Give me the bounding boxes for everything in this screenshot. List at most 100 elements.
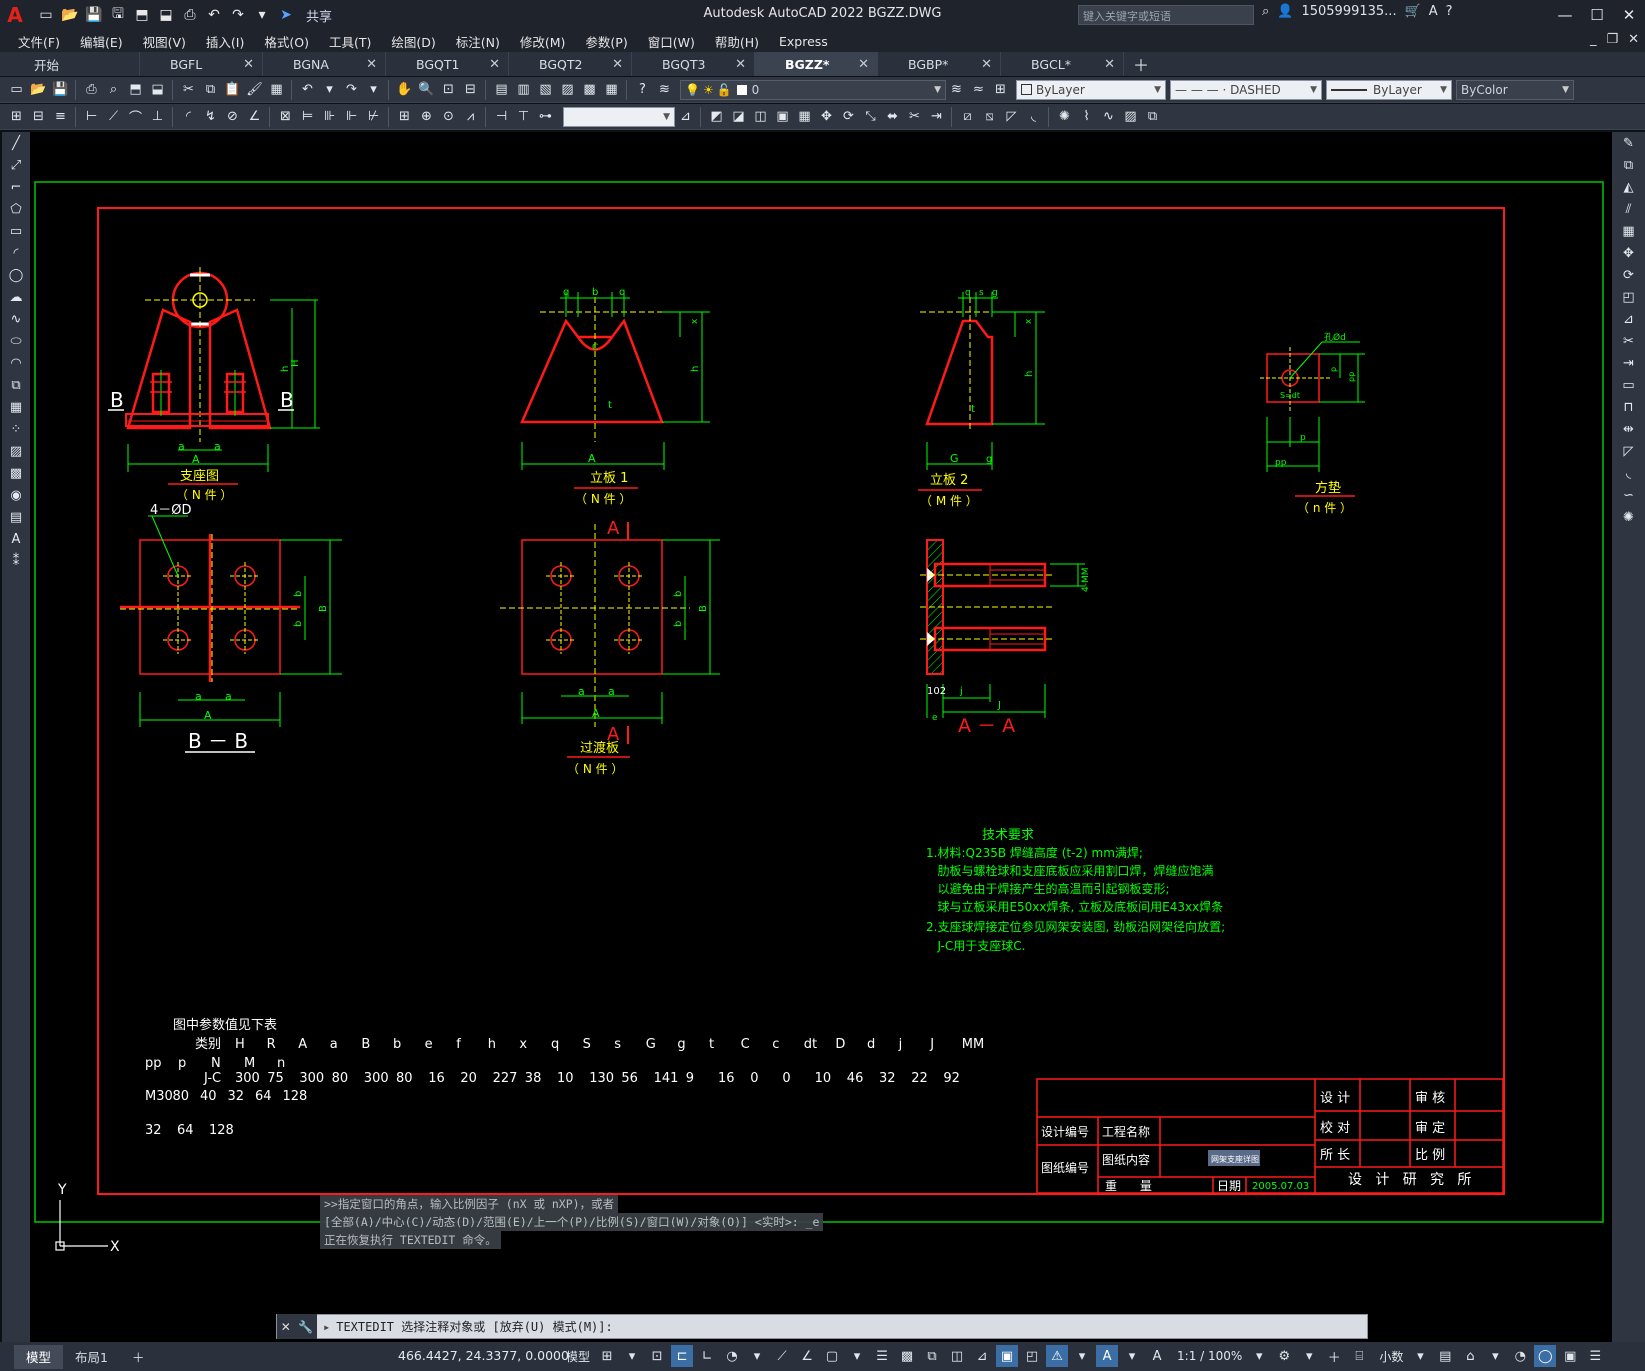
customize-command-icon[interactable]: 🔧 xyxy=(298,1320,313,1334)
customization-icon[interactable]: ☰ xyxy=(1584,1345,1606,1367)
pan-icon[interactable]: ✋ xyxy=(394,79,415,100)
insert-block-icon[interactable]: ⧉ xyxy=(4,375,28,396)
arc-length-icon[interactable]: ⌒ xyxy=(125,106,146,127)
tab-start[interactable]: 开始 xyxy=(0,52,140,76)
new-icon[interactable]: ▭ xyxy=(6,79,27,100)
cart-icon[interactable]: 🛒 xyxy=(1405,4,1421,19)
radius-dim-icon[interactable]: ◜ xyxy=(178,106,199,127)
selection-filter-icon[interactable]: ▣ xyxy=(996,1345,1019,1367)
workspace-switch-icon[interactable]: ⚙ xyxy=(1273,1345,1295,1367)
workspace-icon[interactable]: ⊞ xyxy=(6,106,27,127)
menu-edit[interactable]: 编辑(E) xyxy=(70,32,133,51)
dim-break-icon[interactable]: ⊬ xyxy=(363,106,384,127)
autocad-logo-icon[interactable]: A xyxy=(0,0,30,30)
save-icon[interactable]: 💾 xyxy=(84,5,104,25)
diameter-dim-icon[interactable]: ⊘ xyxy=(222,106,243,127)
layer-previous-icon[interactable]: ≈ xyxy=(968,79,989,100)
doc-close-icon[interactable]: ✕ xyxy=(1628,32,1639,47)
linetype-dropdown[interactable]: — — — · DASHED ▼ xyxy=(1170,79,1322,100)
grid-icon[interactable]: ⊞ xyxy=(596,1345,618,1367)
array-icon[interactable]: ▦ xyxy=(794,106,815,127)
auto-scale-icon[interactable]: ▾ xyxy=(1071,1345,1093,1367)
mirror-icon[interactable]: ◭ xyxy=(1617,177,1641,198)
menu-insert[interactable]: 插入(I) xyxy=(196,32,254,51)
clean-screen-icon[interactable]: ▣ xyxy=(1559,1345,1581,1367)
move-icon[interactable]: ✥ xyxy=(816,106,837,127)
mirror-icon[interactable]: ◫ xyxy=(750,106,771,127)
jogged-linear-icon[interactable]: ⩘ xyxy=(460,106,481,127)
design-center-icon[interactable]: ▥ xyxy=(513,79,534,100)
undo-icon[interactable]: ↶ xyxy=(204,5,224,25)
command-input[interactable]: ▸ TEXTEDIT 选择注释对象或 [放弃(U) 模式(M)]: xyxy=(317,1315,613,1338)
isodraft-icon[interactable]: ⟋ xyxy=(771,1345,793,1367)
block-editor-icon[interactable]: ▦ xyxy=(266,79,287,100)
rectangle-icon[interactable]: ▭ xyxy=(4,221,28,242)
bb-section-view[interactable]: B b b a a A xyxy=(120,515,342,727)
revcloud-icon[interactable]: ☁ xyxy=(4,287,28,308)
spline-edit-icon[interactable]: ∿ xyxy=(1098,106,1119,127)
washer-view[interactable]: 孔Ød pp p S=dt p pp xyxy=(1260,332,1365,472)
dimstyle-icon[interactable]: ⊿ xyxy=(675,106,696,127)
ortho-icon[interactable]: ∟ xyxy=(696,1345,718,1367)
osnap-dropdown-icon[interactable]: ▾ xyxy=(846,1345,868,1367)
ellipse-icon[interactable]: ⬭ xyxy=(4,331,28,352)
support-view[interactable]: H h a a A B B xyxy=(108,267,320,472)
menu-parametric[interactable]: 参数(P) xyxy=(575,32,637,51)
menu-file[interactable]: 文件(F) xyxy=(8,32,70,51)
polar-dropdown-icon[interactable]: ▾ xyxy=(746,1345,768,1367)
tab-close-icon[interactable]: ✕ xyxy=(612,57,623,72)
tab-close-icon[interactable]: ✕ xyxy=(1104,57,1115,72)
trim-icon[interactable]: ✂ xyxy=(904,106,925,127)
web-open-icon[interactable]: ⬒ xyxy=(132,5,152,25)
menu-view[interactable]: 视图(V) xyxy=(133,32,196,51)
tab-bgqt2[interactable]: BGQT2 ✕ xyxy=(509,52,632,76)
tab-close-icon[interactable]: ✕ xyxy=(735,57,746,72)
plate1-view[interactable]: q b q h x C t A xyxy=(520,287,710,470)
fillet-icon[interactable]: ◟ xyxy=(1617,463,1641,484)
chamfer-icon[interactable]: ◸ xyxy=(1617,441,1641,462)
offset-icon[interactable]: ▣ xyxy=(772,106,793,127)
spline-icon[interactable]: ∿ xyxy=(4,309,28,330)
share-label[interactable]: 共享 xyxy=(306,6,332,25)
markup-icon[interactable]: ▩ xyxy=(579,79,600,100)
array-icon[interactable]: ▦ xyxy=(1617,221,1641,242)
hatch-icon[interactable]: ▨ xyxy=(4,441,28,462)
ellipse-arc-icon[interactable]: ◠ xyxy=(4,353,28,374)
annotation-monitor-icon[interactable]: ＋ xyxy=(1323,1345,1345,1367)
open-file-icon[interactable]: 📂 xyxy=(60,5,80,25)
zoom-realtime-icon[interactable]: 🔍 xyxy=(416,79,437,100)
tool-a-icon[interactable]: ⊟ xyxy=(28,106,49,127)
maximize-icon[interactable]: ☐ xyxy=(1581,0,1613,30)
model-space-toggle[interactable]: 模型 xyxy=(566,1348,590,1365)
stretch-icon[interactable]: ⊿ xyxy=(1617,309,1641,330)
user-name[interactable]: 1505999135... xyxy=(1301,4,1396,19)
rotate-icon[interactable]: ⟳ xyxy=(1617,265,1641,286)
undo-dropdown-icon[interactable]: ▾ xyxy=(319,79,340,100)
share-icon[interactable]: ➤ xyxy=(276,5,296,25)
angular-dim-icon[interactable]: ∠ xyxy=(244,106,265,127)
gradient-icon[interactable]: ▩ xyxy=(4,463,28,484)
menu-dimension[interactable]: 标注(N) xyxy=(446,32,510,51)
selection-cycling-icon[interactable]: ⧉ xyxy=(921,1345,943,1367)
xline-icon[interactable]: ⤢ xyxy=(4,155,28,176)
region-icon[interactable]: ◉ xyxy=(4,485,28,506)
open-icon[interactable]: 📂 xyxy=(28,79,49,100)
tab-close-icon[interactable]: ✕ xyxy=(858,57,869,72)
inspection-icon[interactable]: ⊙ xyxy=(438,106,459,127)
sheet-set-icon[interactable]: ▨ xyxy=(557,79,578,100)
move-icon[interactable]: ✥ xyxy=(1617,243,1641,264)
annotation-scale-value[interactable]: 1:1 / 100% xyxy=(1177,1349,1242,1363)
circle-icon[interactable]: ◯ xyxy=(4,265,28,286)
annotation-scale-icon[interactable]: A xyxy=(1096,1345,1119,1367)
redo-icon[interactable]: ↷ xyxy=(228,5,248,25)
menu-format[interactable]: 格式(O) xyxy=(254,32,319,51)
copy-object-icon[interactable]: ◪ xyxy=(728,106,749,127)
menu-help[interactable]: 帮助(H) xyxy=(705,32,769,51)
explode-icon[interactable]: ✺ xyxy=(1617,507,1641,528)
table-icon[interactable]: ▤ xyxy=(4,507,28,528)
tab-bgqt3[interactable]: BGQT3 ✕ xyxy=(632,52,755,76)
doc-minimize-icon[interactable]: _ xyxy=(1590,32,1597,47)
lock-ui-icon[interactable]: ⌂ xyxy=(1459,1345,1481,1367)
new-file-icon[interactable]: ▭ xyxy=(36,5,56,25)
units-value[interactable]: 小数 xyxy=(1379,1348,1403,1365)
